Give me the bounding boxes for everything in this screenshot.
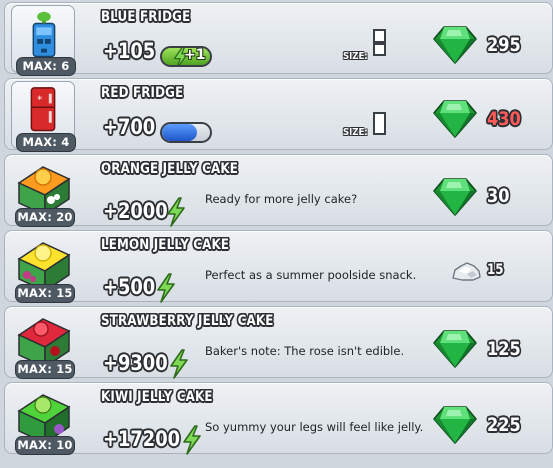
energy-bonus: +9300 <box>103 351 168 375</box>
bolt-icon <box>168 349 190 379</box>
max-quantity-badge: MAX: 20 <box>15 208 75 227</box>
item-description: Baker's note: The rose isn't edible. <box>205 344 405 358</box>
storage-fill <box>162 124 197 141</box>
bolt-icon <box>165 197 187 227</box>
item-name: KIWI JELLY CAKE <box>101 389 213 405</box>
store-item-strawberry-jelly-cake[interactable]: MAX: 15 STRAWBERRY JELLY CAKE +9300 Bake… <box>4 306 553 379</box>
store-item-red-fridge[interactable]: * MAX: 4 RED FRIDGE +700 SIZE: 430 <box>4 78 553 152</box>
max-quantity-badge: MAX: 6 <box>16 57 76 76</box>
price-label: 225 <box>487 414 521 436</box>
kiwi-jelly-cake-thumbnail: MAX: 10 <box>11 385 75 455</box>
item-name: RED FRIDGE <box>101 85 184 101</box>
item-description: Ready for more jelly cake? <box>205 192 358 206</box>
booster-pill: +1 <box>160 46 212 67</box>
store-item-blue-fridge[interactable]: MAX: 6 BLUE FRIDGE +105 +1 SIZE: 295 <box>4 2 553 76</box>
red-fridge-thumbnail: * MAX: 4 <box>11 81 76 152</box>
lemon-jelly-cake-thumbnail: MAX: 15 <box>11 233 75 303</box>
size-label: SIZE: <box>343 51 368 62</box>
size-slot <box>373 112 386 135</box>
price-label: 30 <box>487 185 510 207</box>
store-item-orange-jelly-cake[interactable]: MAX: 20 ORANGE JELLY CAKE +2000 Ready fo… <box>4 154 553 227</box>
gem-icon <box>432 405 478 445</box>
price-label: 125 <box>487 338 521 360</box>
size-label: SIZE: <box>343 127 368 138</box>
item-name: STRAWBERRY JELLY CAKE <box>101 313 274 329</box>
store-item-list: MAX: 6 BLUE FRIDGE +105 +1 SIZE: 295 * M… <box>0 0 553 468</box>
size-slot-bottom <box>373 43 386 56</box>
max-quantity-badge: MAX: 10 <box>15 436 75 455</box>
strawberry-jelly-cake-thumbnail: MAX: 15 <box>11 309 75 379</box>
size-slot-top <box>373 29 386 43</box>
max-quantity-badge: MAX: 15 <box>15 360 75 379</box>
blue-fridge-thumbnail: MAX: 6 <box>11 5 76 76</box>
gem-icon <box>432 99 478 139</box>
store-item-lemon-jelly-cake[interactable]: MAX: 15 LEMON JELLY CAKE +500 Perfect as… <box>4 230 553 303</box>
price-label: 15 <box>487 262 504 278</box>
svg-text:*: * <box>37 94 42 105</box>
booster-label: +1 <box>184 47 206 63</box>
bolt-icon <box>155 273 177 303</box>
price-label: 295 <box>487 34 521 56</box>
store-item-kiwi-jelly-cake[interactable]: MAX: 10 KIWI JELLY CAKE +17200 So yummy … <box>4 382 553 455</box>
energy-bonus: +500 <box>103 275 156 299</box>
item-name: BLUE FRIDGE <box>101 9 191 25</box>
silver-nugget-icon <box>449 259 483 283</box>
gem-icon <box>432 177 478 217</box>
energy-bonus: +700 <box>103 115 156 139</box>
storage-pill <box>160 122 212 143</box>
energy-bonus: +2000 <box>103 199 168 223</box>
orange-jelly-cake-thumbnail: MAX: 20 <box>11 157 75 227</box>
item-name: ORANGE JELLY CAKE <box>101 161 239 177</box>
gem-icon <box>432 25 478 65</box>
item-name: LEMON JELLY CAKE <box>101 237 230 253</box>
energy-bonus: +17200 <box>103 427 181 451</box>
item-description: So yummy your legs will feel like jelly. <box>205 420 424 434</box>
gem-icon <box>432 329 478 369</box>
energy-bonus: +105 <box>103 39 156 63</box>
price-label: 430 <box>487 108 521 130</box>
bolt-icon <box>181 425 203 455</box>
max-quantity-badge: MAX: 4 <box>16 133 76 152</box>
max-quantity-badge: MAX: 15 <box>15 284 75 303</box>
item-description: Perfect as a summer poolside snack. <box>205 268 417 282</box>
